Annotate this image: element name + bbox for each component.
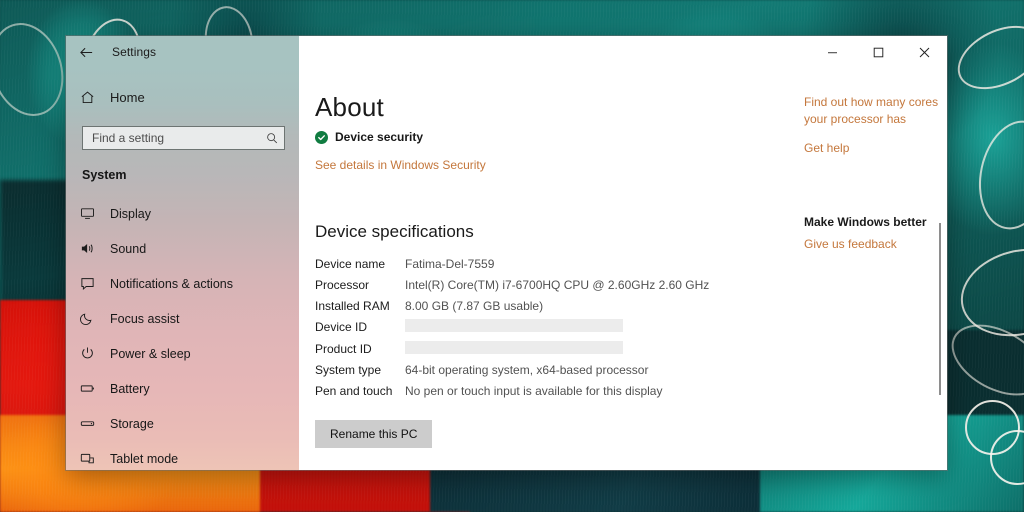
table-row: Installed RAM 8.00 GB (7.87 GB usable) [315, 296, 709, 317]
spec-key: System type [315, 362, 382, 377]
sidebar-item-label: Sound [110, 241, 147, 256]
search-input[interactable]: Find a setting [82, 126, 285, 150]
minimize-icon[interactable] [809, 36, 855, 68]
sidebar-item-label: Notifications & actions [110, 276, 233, 291]
make-windows-better-heading: Make Windows better [804, 215, 927, 230]
spec-value: 8.00 GB (7.87 GB usable) [405, 299, 544, 314]
spec-value: Fatima-Del-7559 [405, 257, 495, 272]
green-check-icon [315, 130, 328, 144]
sidebar-item-label: Focus assist [110, 311, 180, 326]
settings-sidebar: Home Find a setting System Display Sound… [66, 68, 299, 470]
maximize-icon[interactable] [855, 36, 901, 68]
side-spacer [804, 157, 947, 215]
sidebar-item-sound[interactable]: Sound [66, 231, 299, 266]
moon-icon [80, 311, 106, 326]
page-title: About [315, 92, 384, 122]
spec-value: 64-bit operating system, x64-based proce… [405, 362, 649, 377]
sidebar-item-label: Tablet mode [110, 451, 179, 466]
window-title: Settings [112, 45, 157, 59]
redacted-block [405, 319, 623, 333]
tablet-icon [80, 451, 106, 466]
window-controls [299, 36, 947, 68]
sidebar-item-label: Power & sleep [110, 346, 191, 361]
about-main-column: About Device security See details in Win… [315, 94, 770, 470]
sound-icon [80, 241, 106, 256]
spec-key: Product ID [315, 341, 372, 356]
scrollbar-thumb[interactable] [939, 223, 941, 395]
device-specifications-heading: Device specifications [315, 222, 474, 242]
table-row: Pen and touch No pen or touch input is a… [315, 381, 709, 402]
notifications-icon [80, 276, 106, 291]
power-icon [80, 346, 106, 361]
rename-pc-button[interactable]: Rename this PC [315, 419, 433, 448]
table-row: Processor Intel(R) Core(TM) i7-6700HQ CP… [315, 275, 709, 296]
table-row: Product ID [315, 339, 709, 360]
sidebar-home-label: Home [110, 89, 145, 105]
storage-icon [80, 416, 106, 431]
content-scrollbar[interactable] [935, 68, 947, 470]
display-icon [80, 206, 106, 221]
sidebar-item-battery[interactable]: Battery [66, 371, 299, 406]
sidebar-item-notifications[interactable]: Notifications & actions [66, 266, 299, 301]
sidebar-item-label: Storage [110, 416, 154, 431]
status-badge: Device security [335, 130, 424, 144]
battery-icon [80, 381, 106, 396]
spec-value-redacted [405, 317, 709, 338]
device-security-status: Device security [315, 130, 770, 144]
close-icon[interactable] [901, 36, 947, 68]
spec-key: Installed RAM [315, 299, 390, 314]
search-icon [266, 132, 278, 144]
sidebar-item-home[interactable]: Home [66, 80, 299, 114]
spec-key: Pen and touch [315, 383, 393, 398]
titlebar-left: Settings [66, 36, 299, 68]
settings-content: About Device security See details in Win… [299, 68, 947, 470]
sidebar-item-tablet-mode[interactable]: Tablet mode [66, 441, 299, 470]
redacted-block [405, 340, 623, 354]
spec-value: No pen or touch input is available for t… [405, 383, 663, 398]
get-help-link[interactable]: Get help [804, 140, 947, 157]
table-row: Device name Fatima-Del-7559 [315, 254, 709, 275]
device-specifications-table: Device name Fatima-Del-7559 Processor In… [315, 254, 709, 401]
spec-key: Processor [315, 278, 370, 293]
spec-key: Device ID [315, 320, 368, 335]
sidebar-item-display[interactable]: Display [66, 196, 299, 231]
sidebar-item-focus-assist[interactable]: Focus assist [66, 301, 299, 336]
table-row: System type 64-bit operating system, x64… [315, 360, 709, 381]
sidebar-item-power-sleep[interactable]: Power & sleep [66, 336, 299, 371]
table-row: Device ID [315, 317, 709, 338]
give-feedback-link[interactable]: Give us feedback [804, 236, 947, 253]
about-side-column: Find out how many cores your processor h… [804, 94, 947, 470]
spec-value-redacted [405, 339, 709, 360]
processor-cores-link[interactable]: Find out how many cores your processor h… [804, 94, 947, 129]
settings-window: Settings Home Find a setting System Disp… [66, 36, 947, 470]
windows-security-details-link[interactable]: See details in Windows Security [315, 157, 770, 174]
back-arrow-icon[interactable] [66, 36, 106, 68]
home-icon [80, 90, 106, 105]
window-body: Home Find a setting System Display Sound… [66, 68, 947, 470]
search-placeholder: Find a setting [92, 131, 165, 145]
sidebar-nav: Display Sound Notifications & actions Fo… [66, 196, 299, 470]
window-titlebar: Settings [66, 36, 947, 68]
sidebar-item-label: Battery [110, 381, 150, 396]
sidebar-category-title: System [82, 168, 127, 182]
sidebar-item-label: Display [110, 206, 151, 221]
spec-value: Intel(R) Core(TM) i7-6700HQ CPU @ 2.60GH… [405, 278, 710, 293]
sidebar-item-storage[interactable]: Storage [66, 406, 299, 441]
spec-key: Device name [315, 257, 386, 272]
